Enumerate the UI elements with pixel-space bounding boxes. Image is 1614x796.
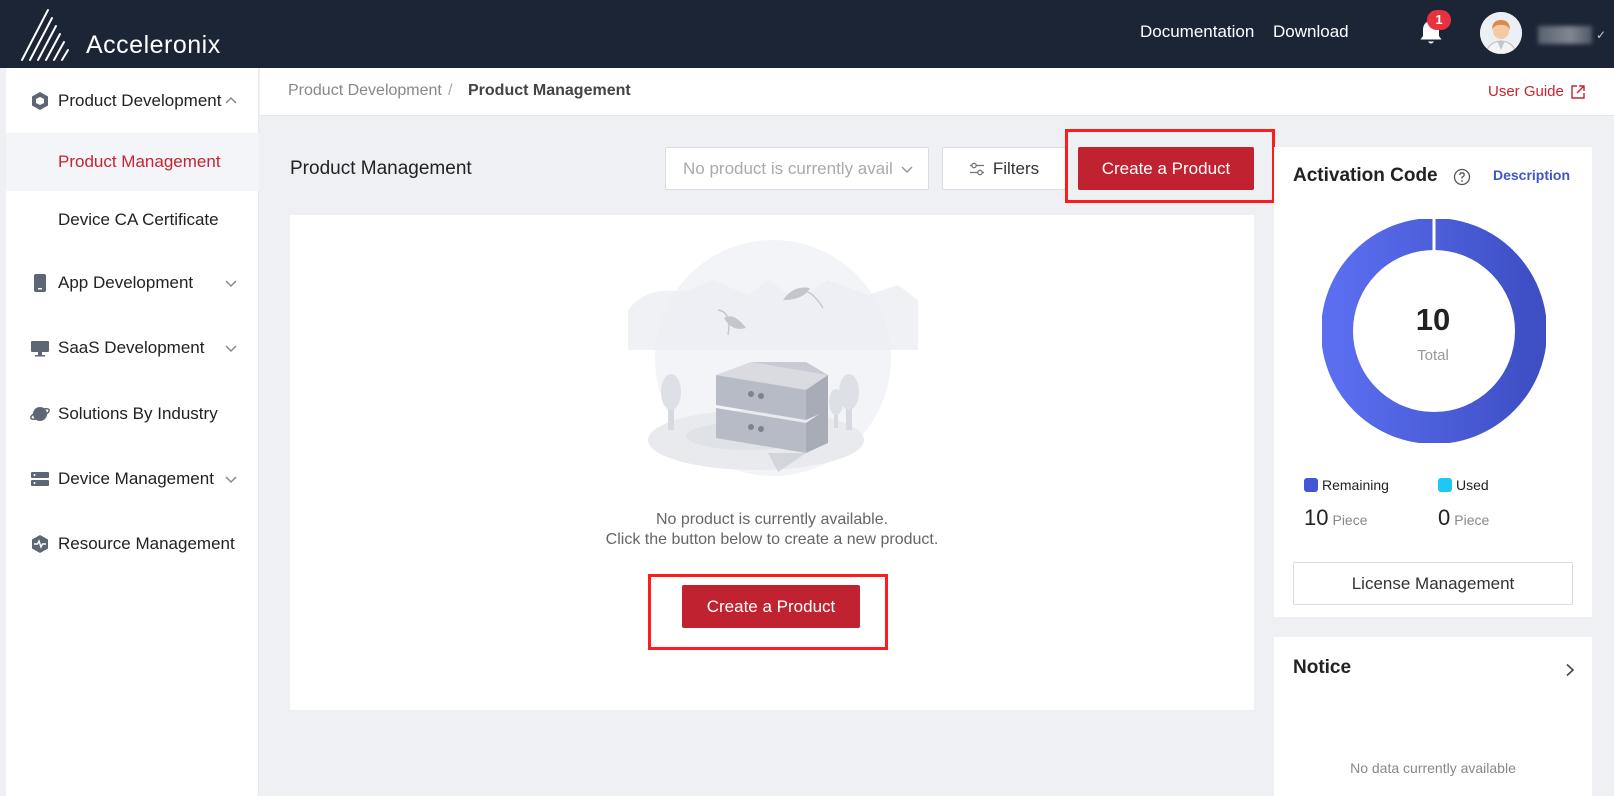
remaining-count: 10	[1304, 505, 1329, 530]
activation-total-label: Total	[1417, 347, 1449, 364]
chevron-down-icon	[225, 476, 237, 484]
chevron-down-icon	[225, 345, 237, 353]
sidebar-item-resource-management[interactable]: Resource Management	[6, 514, 259, 574]
legend-remaining: Remaining	[1304, 477, 1389, 493]
download-link[interactable]: Download	[1273, 22, 1349, 42]
sidebar-item-label: Product Management	[58, 152, 221, 171]
notice-empty-text: No data currently available	[1350, 760, 1516, 776]
sidebar-item-label: Device CA Certificate	[58, 210, 219, 229]
mobile-icon	[34, 274, 46, 292]
breadcrumb: Product Development / Product Management…	[260, 68, 1614, 116]
server-icon	[31, 472, 49, 486]
brand-mark-icon	[21, 9, 69, 61]
cube-icon	[32, 92, 48, 110]
filters-button[interactable]: Filters	[942, 147, 1066, 190]
remaining-value: 10 Piece	[1304, 505, 1368, 531]
sidebar-item-label: Solutions By Industry	[58, 404, 218, 423]
chevron-right-icon[interactable]	[1564, 663, 1576, 677]
username-redacted[interactable]	[1538, 26, 1592, 44]
breadcrumb-separator: /	[448, 82, 453, 99]
legend-remaining-label: Remaining	[1322, 477, 1389, 493]
filters-label: Filters	[992, 158, 1040, 178]
description-link[interactable]: Description	[1493, 167, 1570, 183]
sidebar-item-label: Product Development	[58, 91, 222, 110]
create-product-button-empty-state[interactable]: Create a Product	[682, 585, 860, 628]
filter-sliders-icon	[969, 162, 984, 175]
sidebar-item-device-ca-certificate[interactable]: Device CA Certificate	[6, 191, 259, 249]
create-product-button[interactable]: Create a Product	[1078, 147, 1254, 190]
sidebar-item-label: App Development	[58, 273, 194, 292]
product-select-placeholder: No product is currently avail	[683, 159, 893, 178]
chevron-down-icon	[225, 280, 237, 288]
help-circle-icon[interactable]	[1453, 168, 1471, 186]
notification-badge: 1	[1427, 10, 1451, 30]
page-title: Product Management	[290, 158, 472, 179]
sidebar-item-solutions-by-industry[interactable]: Solutions By Industry	[6, 384, 259, 444]
globe-icon	[30, 407, 50, 421]
legend-used: Used	[1438, 477, 1489, 493]
notice-card: Notice No data currently available	[1274, 637, 1592, 796]
user-menu-caret-icon[interactable]: ✓	[1596, 28, 1606, 42]
sidebar-item-saas-development[interactable]: SaaS Development	[6, 318, 259, 378]
activation-title: Activation Code	[1293, 165, 1438, 186]
notice-title: Notice	[1293, 657, 1352, 678]
brand-logo[interactable]: Acceleronix	[20, 6, 221, 62]
sidebar: Product Development Product Management D…	[6, 68, 259, 796]
user-avatar-icon	[1480, 12, 1522, 54]
top-bar: Acceleronix Documentation Download 1 ✓	[0, 0, 1614, 68]
legend-used-label: Used	[1456, 477, 1489, 493]
external-link-icon	[1571, 84, 1585, 99]
license-management-button[interactable]: License Management	[1293, 562, 1573, 605]
avatar[interactable]	[1480, 12, 1522, 54]
empty-state-line-2: Click the button below to create a new p…	[605, 531, 939, 548]
empty-state-line-1: No product is currently available.	[655, 511, 889, 528]
sidebar-item-label: Device Management	[58, 469, 214, 488]
sidebar-item-product-management[interactable]: Product Management	[6, 133, 259, 191]
brand-name: Acceleronix	[86, 31, 221, 59]
legend-remaining-swatch	[1304, 478, 1318, 492]
empty-state-card: No product is currently available. Click…	[290, 215, 1254, 710]
sidebar-item-label: Resource Management	[58, 534, 235, 553]
used-count: 0	[1438, 505, 1451, 530]
used-unit: Piece	[1454, 512, 1490, 528]
breadcrumb-current: Product Management	[468, 82, 631, 99]
used-value: 0 Piece	[1438, 505, 1489, 531]
chevron-down-icon	[901, 166, 913, 174]
activation-total: 10	[1415, 302, 1451, 337]
activation-code-card: Activation Code Description 10 Total Rem…	[1274, 147, 1592, 617]
product-select[interactable]: No product is currently avail	[665, 147, 929, 190]
remaining-unit: Piece	[1332, 512, 1368, 528]
pulse-icon	[32, 535, 48, 553]
empty-server-illustration	[628, 240, 918, 476]
documentation-link[interactable]: Documentation	[1140, 22, 1254, 42]
sidebar-item-product-development[interactable]: Product Development	[6, 71, 259, 131]
sidebar-item-device-management[interactable]: Device Management	[6, 449, 259, 509]
sidebar-item-app-development[interactable]: App Development	[6, 253, 259, 313]
chevron-up-icon	[225, 96, 237, 104]
monitor-icon	[31, 341, 49, 357]
sidebar-item-label: SaaS Development	[58, 338, 205, 357]
legend-used-swatch	[1438, 478, 1452, 492]
breadcrumb-parent[interactable]: Product Development	[288, 82, 442, 100]
user-guide-label: User Guide	[1488, 83, 1564, 100]
user-guide-link[interactable]: User Guide	[1488, 83, 1586, 100]
